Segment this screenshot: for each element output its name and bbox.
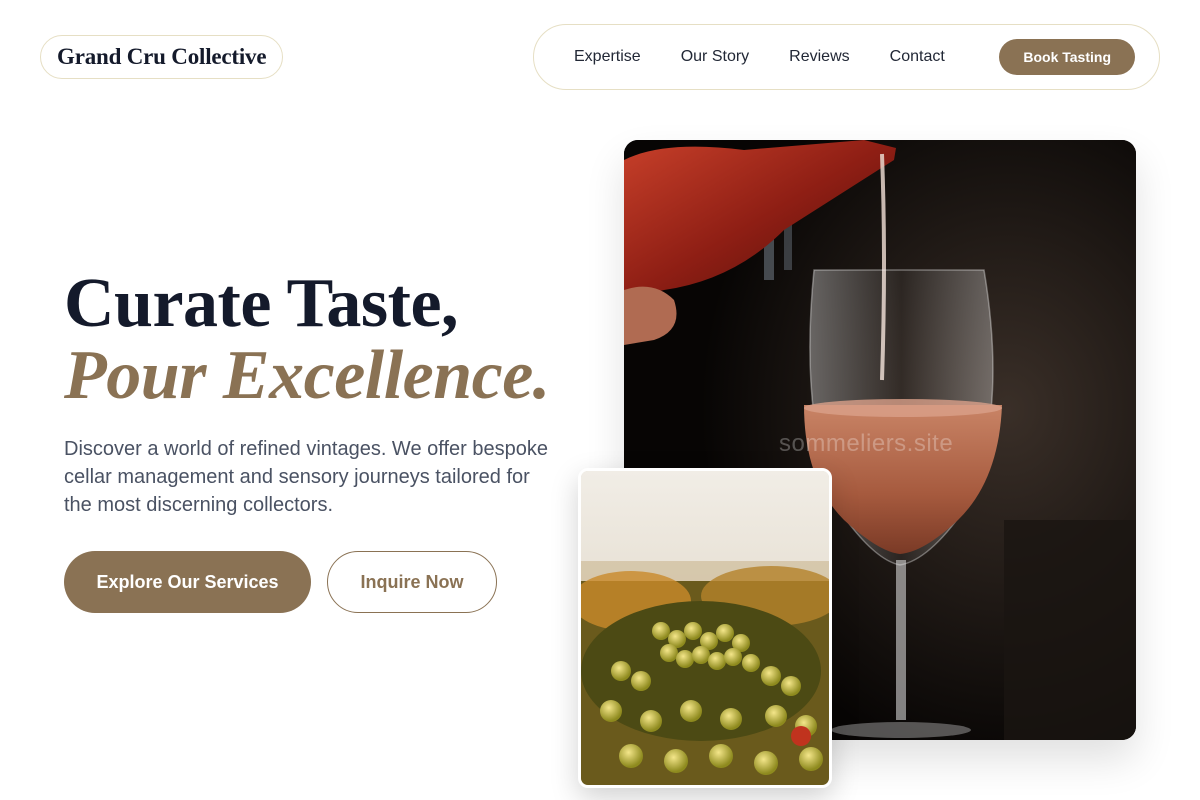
image-watermark: sommeliers.site [779, 430, 954, 457]
hero-title-line2: Pour Excellence. [64, 337, 550, 414]
hero-description: Discover a world of refined vintages. We… [64, 438, 548, 516]
inquire-now-button[interactable]: Inquire Now [327, 551, 497, 613]
hero-title-line1: Curate Taste, [64, 265, 459, 342]
nav-link-reviews[interactable]: Reviews [789, 48, 849, 66]
page: Grand Cru Collective Expertise Our Story… [0, 0, 1200, 800]
vineyard-image [578, 468, 832, 788]
vineyard-illustration [581, 471, 829, 785]
brand-logo[interactable]: Grand Cru Collective [40, 35, 284, 79]
main-nav: Expertise Our Story Reviews Contact Book… [533, 24, 1160, 90]
nav-link-our-story[interactable]: Our Story [681, 48, 749, 66]
explore-services-button[interactable]: Explore Our Services [64, 551, 311, 613]
nav-link-expertise[interactable]: Expertise [574, 48, 641, 66]
hero-title: Curate Taste, Pour Excellence. [64, 268, 550, 412]
book-tasting-button[interactable]: Book Tasting [999, 39, 1135, 75]
nav-link-contact[interactable]: Contact [890, 48, 945, 66]
